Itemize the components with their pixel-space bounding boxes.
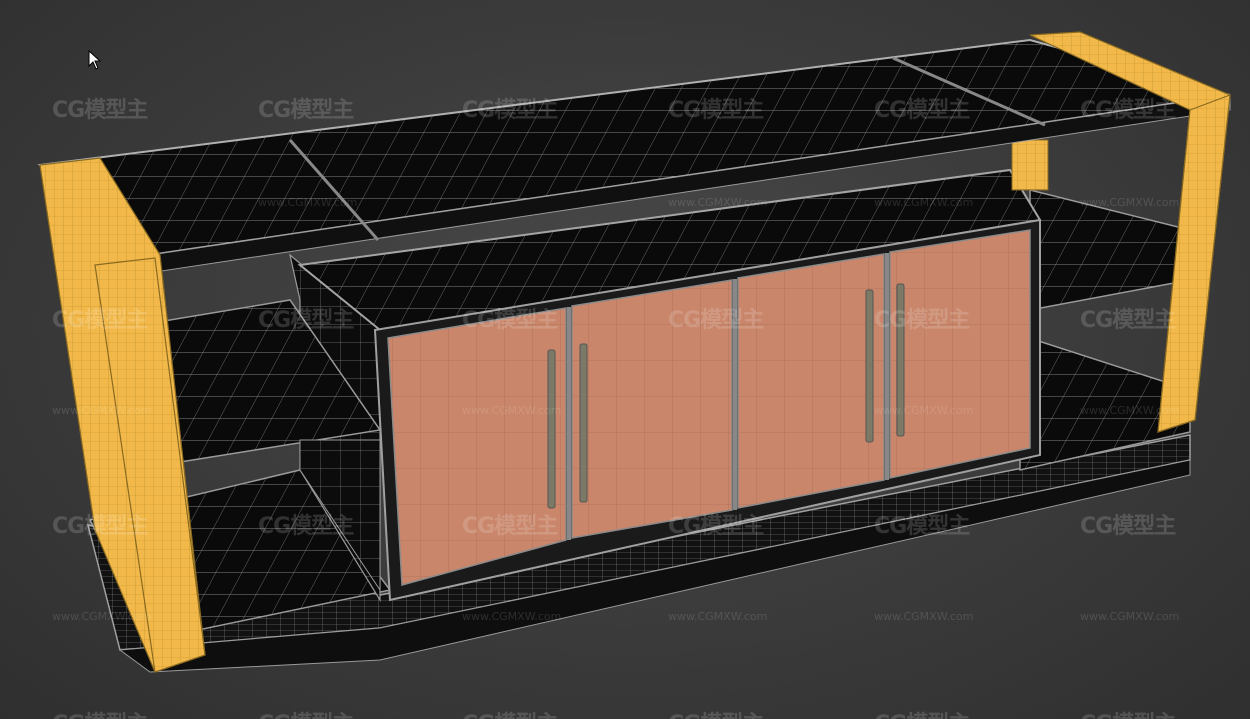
watermark-row-2: www.CGMXW.com www.CGMXW.com www.CGMXW.co…: [0, 196, 1250, 226]
watermark-logo: CG模型主: [462, 706, 558, 719]
cabinet-door-3[interactable]: [737, 253, 885, 509]
watermark-row-1: CG模型主 CG模型主 CG模型主 CG模型主 CG模型主 CG模型主: [0, 92, 1250, 123]
watermark-row-5: CG模型主 CG模型主 CG模型主 CG模型主 CG模型主 CG模型主: [0, 508, 1250, 539]
watermark-url: www.CGMXW.com: [874, 196, 974, 209]
watermark-logo: CG模型主: [1080, 308, 1176, 333]
watermark-logo: CG模型主: [874, 308, 970, 333]
watermark-logo: CG模型主: [668, 308, 764, 333]
watermark-logo: CG模型主: [668, 706, 764, 719]
watermark-logo: CG模型主: [668, 514, 764, 539]
watermark-url: www.CGMXW.com: [462, 610, 562, 623]
watermark-url: www.CGMXW.com: [668, 610, 768, 623]
watermark-url: www.CGMXW.com: [52, 404, 152, 417]
watermark-url: www.CGMXW.com: [258, 196, 358, 209]
watermark-row-7: CG模型主 CG模型主 CG模型主 CG模型主 CG模型主 CG模型主: [0, 706, 1250, 719]
arrow-cursor-icon: [88, 50, 102, 70]
3d-viewport[interactable]: CG模型主 CG模型主 CG模型主 CG模型主 CG模型主 CG模型主 www.…: [0, 0, 1250, 719]
watermark-url: www.CGMXW.com: [668, 196, 768, 209]
watermark-url: www.CGMXW.com: [1080, 610, 1180, 623]
watermark-row-6: www.CGMXW.com www.CGMXW.com www.CGMXW.co…: [0, 610, 1250, 640]
watermark-url: www.CGMXW.com: [52, 610, 152, 623]
watermark-logo: CG模型主: [52, 706, 148, 719]
watermark-url: www.CGMXW.com: [1080, 196, 1180, 209]
watermark-logo: CG模型主: [462, 308, 558, 333]
watermark-logo: CG模型主: [874, 706, 970, 719]
watermark-logo: CG模型主: [874, 98, 970, 123]
watermark-url: www.CGMXW.com: [874, 610, 974, 623]
watermark-logo: CG模型主: [258, 514, 354, 539]
watermark-logo: CG模型主: [462, 514, 558, 539]
watermark-logo: CG模型主: [52, 98, 148, 123]
watermark-row-4: www.CGMXW.com www.CGMXW.com www.CGMXW.co…: [0, 404, 1250, 434]
watermark-logo: CG模型主: [258, 706, 354, 719]
watermark-logo: CG模型主: [1080, 514, 1176, 539]
watermark-logo: CG模型主: [668, 98, 764, 123]
watermark-url: www.CGMXW.com: [874, 404, 974, 417]
watermark-url: www.CGMXW.com: [462, 404, 562, 417]
watermark-url: www.CGMXW.com: [1080, 404, 1180, 417]
watermark-logo: CG模型主: [1080, 706, 1176, 719]
watermark-logo: CG模型主: [874, 514, 970, 539]
watermark-logo: CG模型主: [1080, 98, 1176, 123]
cabinet-door-1[interactable]: [387, 307, 567, 586]
watermark-logo: CG模型主: [462, 98, 558, 123]
right-back-post[interactable]: [1011, 139, 1049, 191]
watermark-logo: CG模型主: [52, 514, 148, 539]
watermark-row-3: CG模型主 CG模型主 CG模型主 CG模型主 CG模型主 CG模型主: [0, 302, 1250, 333]
cabinet-door-4[interactable]: [889, 229, 1031, 479]
watermark-logo: CG模型主: [52, 308, 148, 333]
watermark-logo: CG模型主: [258, 308, 354, 333]
watermark-logo: CG模型主: [258, 98, 354, 123]
